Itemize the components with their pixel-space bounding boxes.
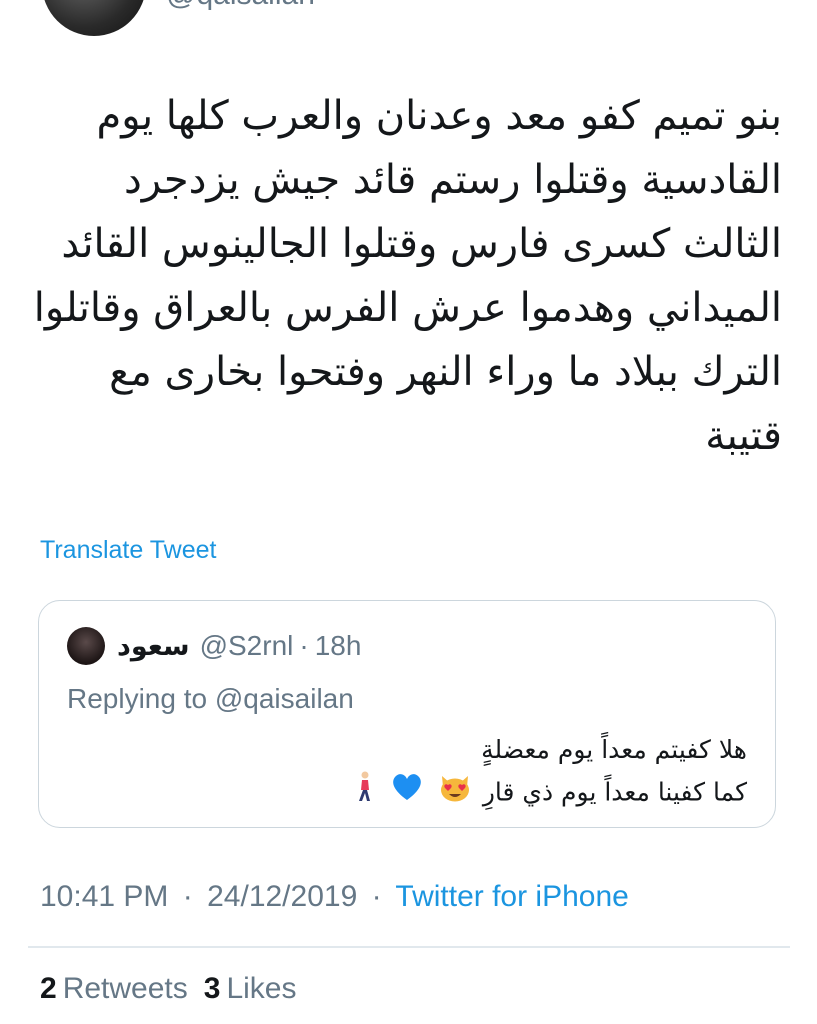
meta-separator: · (371, 880, 382, 913)
translate-tweet-link[interactable]: Translate Tweet (40, 536, 216, 565)
likes-label: Likes (226, 972, 297, 1005)
tweet-time: 10:41 PM (40, 880, 169, 913)
quoted-separator: · (299, 630, 309, 661)
tweet-date: 24/12/2019 (207, 880, 358, 913)
quoted-tweet-header: سعود @S2rnl · 18h (67, 627, 361, 665)
tweet-text: بنو تميم كفو معد وعدنان والعرب كلها يوم … (33, 93, 782, 459)
tweet-stats: 2 Retweets 3 Likes (40, 972, 312, 1006)
tweet-meta: 10:41 PM · 24/12/2019 · Twitter for iPho… (40, 880, 629, 914)
meta-separator: · (182, 880, 193, 913)
quoted-tweet-text: هلا كفيتم معداً يوم معضلةٍ كما كفينا معد… (67, 729, 747, 816)
author-avatar[interactable] (42, 0, 146, 36)
quoted-author-handle: @S2rnl (199, 630, 294, 661)
likes-count: 3 (203, 972, 221, 1005)
replying-to-label: Replying to @qaisailan (67, 683, 354, 714)
smiling-cat-heart-eyes-icon (439, 773, 471, 815)
person-walking-icon (353, 771, 375, 816)
quoted-tweet-time: 18h (314, 630, 362, 661)
retweets-count: 2 (40, 972, 57, 1005)
divider (28, 946, 790, 948)
quoted-tweet-card[interactable]: سعود @S2rnl · 18h Replying to @qaisailan… (38, 600, 776, 828)
retweets-label: Retweets (62, 972, 188, 1005)
tweet-source-link[interactable]: Twitter for iPhone (395, 880, 628, 913)
quoted-line-2-row: كما كفينا معداً يوم ذي قارِ (67, 771, 747, 816)
likes-stat[interactable]: 3 Likes (204, 972, 313, 1005)
quoted-line-2: كما كفينا معداً يوم ذي قارِ (482, 777, 747, 807)
quoted-author-name: سعود (117, 630, 190, 662)
quoted-author-avatar (67, 627, 105, 665)
tweet-detail-page: @qaisailan بنو تميم كفو معد وعدنان والعر… (0, 0, 817, 1024)
blue-heart-icon (391, 772, 423, 815)
quoted-line-1: هلا كفيتم معداً يوم معضلةٍ (481, 735, 747, 764)
retweets-stat[interactable]: 2 Retweets (40, 972, 204, 1005)
author-handle[interactable]: @qaisailan (166, 0, 315, 12)
